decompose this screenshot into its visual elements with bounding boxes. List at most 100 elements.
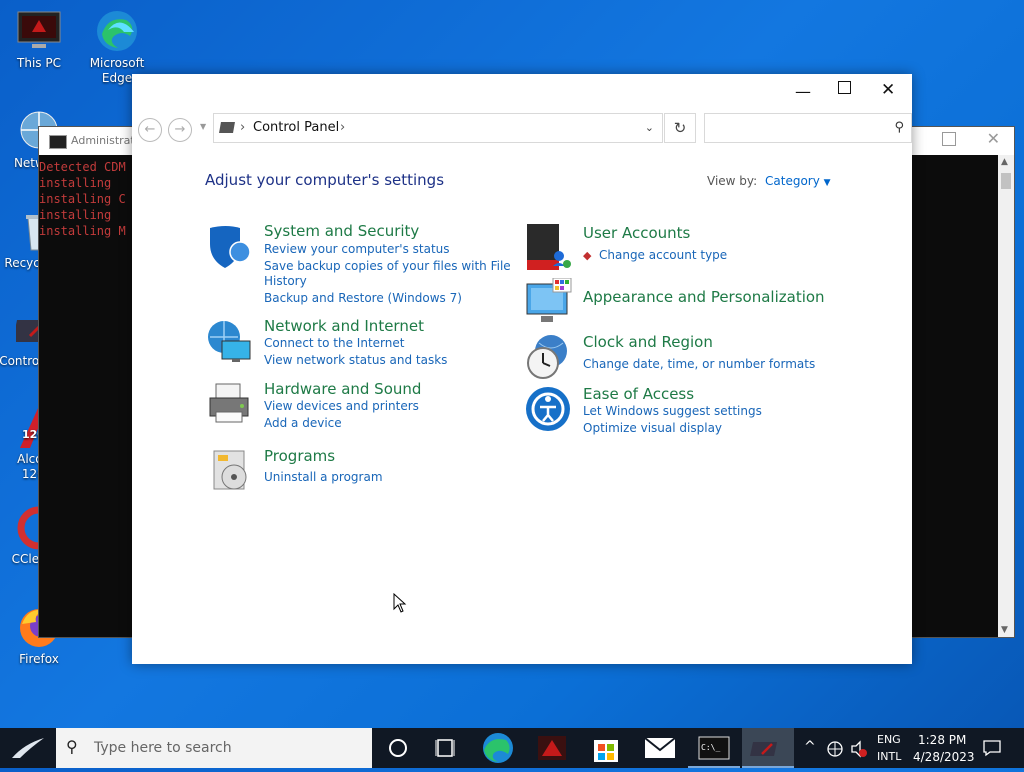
start-button-icon[interactable] [10,736,46,760]
network-globe-tray-icon[interactable] [826,740,844,758]
back-button[interactable]: ← [138,118,162,142]
address-dropdown-icon[interactable]: ⌄ [645,121,654,134]
category-title[interactable]: System and Security [264,222,419,240]
search-control-panel-input[interactable]: ⚲ [704,113,912,143]
language-code[interactable]: ENG [877,733,901,746]
clock-time[interactable]: 1:28 PM [918,733,966,747]
taskbar-cmd[interactable]: C:\_ [688,728,740,768]
user-accounts-icon [527,224,571,270]
cmd-maximize-icon[interactable] [942,132,956,146]
view-by-dropdown[interactable]: Category ▼ [765,174,831,188]
programs-disc-icon [213,450,247,490]
ease-of-access-icon [526,387,570,431]
close-icon[interactable]: ✕ [881,80,895,100]
cmd-output: Detected CDM installing installing C instal… [39,159,126,239]
link-connect-internet[interactable]: Connect to the Internet [264,336,404,351]
show-hidden-icons[interactable]: ^ [804,739,816,755]
shield-uac-icon: ◆ [583,249,592,262]
printer-icon [209,383,249,423]
link-backup-restore[interactable]: Backup and Restore (Windows 7) [264,291,462,306]
taskbar-search-box[interactable]: ⚲ Type here to search [56,728,372,768]
category-title[interactable]: Appearance and Personalization [583,288,825,306]
cortana-button[interactable] [372,728,424,768]
appearance-monitor-icon [526,278,572,322]
control-panel-window[interactable]: — ✕ ← → ▼ › Control Panel › ⌄ ↻ ⚲ Adjust… [132,74,912,664]
link-date-time-formats[interactable]: Change date, time, or number formats [583,357,815,372]
forward-button[interactable]: → [168,118,192,142]
page-title: Adjust your computer's settings [205,171,445,189]
link-optimize-display[interactable]: Optimize visual display [583,421,722,436]
task-view-button[interactable] [420,728,472,768]
breadcrumb-chevron-icon[interactable]: › [340,120,345,135]
category-title[interactable]: Network and Internet [264,317,424,335]
link-network-status[interactable]: View network status and tasks [264,353,447,368]
recent-locations-icon[interactable]: ▼ [200,122,206,131]
scroll-down-icon[interactable]: ▼ [1001,625,1008,635]
taskbar-app-rog[interactable] [526,728,578,768]
category-title[interactable]: Programs [264,447,335,465]
link-change-account-type[interactable]: Change account type [599,248,727,263]
category-title[interactable]: Clock and Region [583,333,713,351]
cmd-app-icon [49,135,67,149]
breadcrumb-separator-icon[interactable]: › [240,120,245,135]
desktop-icon-this-pc[interactable]: This PC [0,8,79,71]
action-center-icon[interactable] [982,739,1002,757]
edge-icon [483,733,513,763]
store-icon [594,740,618,762]
cmd-close-icon[interactable]: ✕ [987,129,1000,148]
chevron-down-icon: ▼ [823,178,831,188]
view-by-label: View by: [707,174,758,188]
language-layout[interactable]: INTL [877,750,901,763]
svg-text:C:\_: C:\_ [701,743,720,752]
category-title[interactable]: Hardware and Sound [264,380,421,398]
cmd-line: Detected CDM [39,160,126,174]
minimize-icon[interactable]: — [795,82,811,101]
link-devices-printers[interactable]: View devices and printers [264,399,419,414]
link-uninstall-program[interactable]: Uninstall a program [264,470,383,485]
search-icon: ⚲ [66,737,78,756]
cmd-icon: C:\_ [698,736,730,760]
control-panel-small-icon [219,122,235,133]
view-by-value: Category [765,174,820,188]
link-review-status[interactable]: Review your computer's status [264,242,450,257]
network-globe-icon [208,321,251,362]
taskbar-control-panel[interactable] [742,728,794,768]
cmd-line: installing [39,208,112,222]
shield-icon [210,226,251,268]
clock-date[interactable]: 4/28/2023 [913,750,975,764]
mouse-cursor-icon [393,593,407,613]
volume-muted-icon[interactable] [850,740,868,758]
taskbar: ⚲ Type here to search C:\_ ^ ENG INTL 1:… [0,728,1024,768]
mail-icon [644,737,676,758]
refresh-button[interactable]: ↻ [664,113,696,143]
scroll-thumb[interactable] [1001,173,1011,189]
cmd-line: installing M [39,224,126,238]
edge-icon [97,11,137,51]
this-pc-icon [17,11,61,48]
taskbar-search-placeholder: Type here to search [94,740,232,756]
control-panel-icon [750,742,778,756]
search-icon: ⚲ [894,120,904,135]
cmd-scrollbar[interactable]: ▲ ▼ [998,155,1014,637]
desktop-icon-label: This PC [17,56,61,70]
category-title[interactable]: User Accounts [583,224,690,242]
maximize-icon[interactable] [838,81,851,94]
link-windows-suggest[interactable]: Let Windows suggest settings [583,404,762,419]
cortana-circle-icon [389,739,407,757]
task-view-icon [435,739,455,757]
category-title[interactable]: Ease of Access [583,385,694,403]
breadcrumb-control-panel[interactable]: Control Panel [253,120,339,135]
taskbar-mail[interactable] [634,728,686,768]
address-bar[interactable]: › Control Panel › ⌄ [213,113,663,143]
link-add-device[interactable]: Add a device [264,416,342,431]
taskbar-edge[interactable] [472,728,524,768]
scroll-up-icon[interactable]: ▲ [1001,157,1008,167]
clock-globe-icon [527,335,567,379]
cmd-line: installing C [39,192,126,206]
rog-app-icon [538,736,566,760]
address-row: ← → ▼ › Control Panel › ⌄ ↻ ⚲ [132,112,912,146]
link-file-history[interactable]: Save backup copies of your files with Fi… [264,259,511,274]
desktop-icon-label: Firefox [19,652,59,666]
taskbar-store[interactable] [580,728,632,768]
link-file-history-cont[interactable]: History [264,274,307,289]
